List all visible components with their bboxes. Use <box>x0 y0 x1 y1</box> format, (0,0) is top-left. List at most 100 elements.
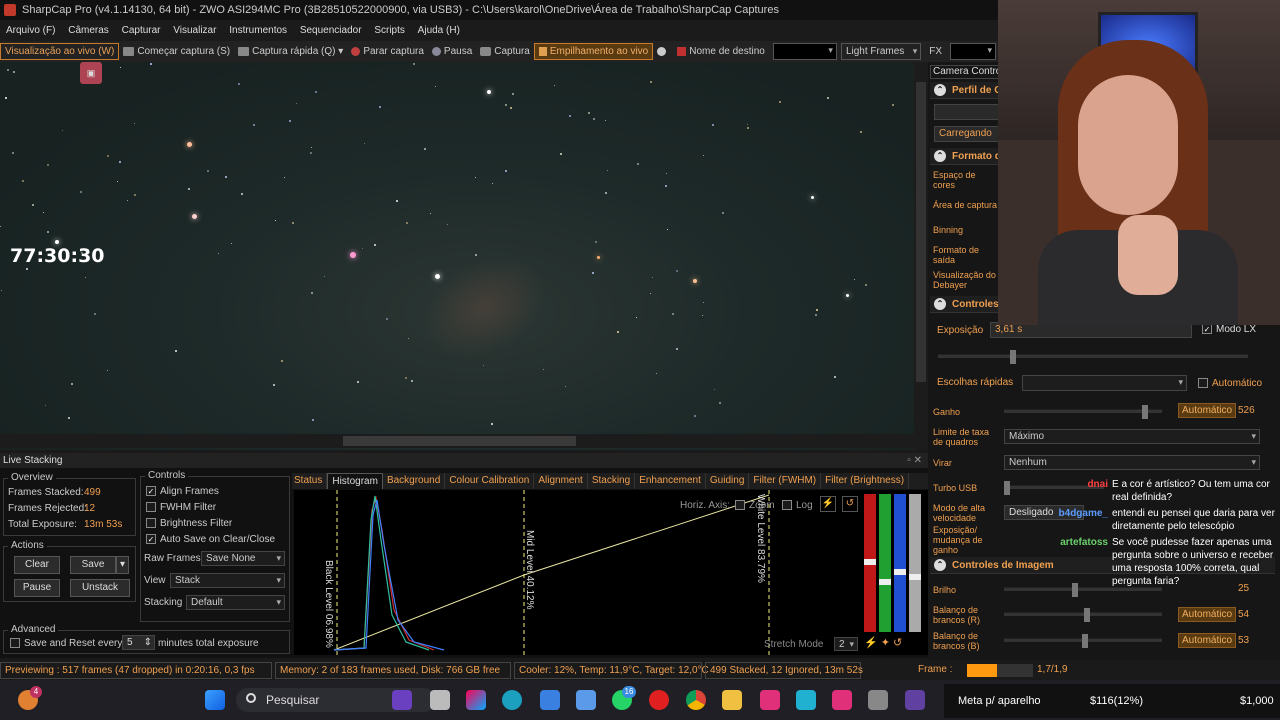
histogram-panel[interactable]: Black Level 06.98% Mid Level 40.12% Whit… <box>294 490 928 655</box>
slider-knob[interactable] <box>894 569 906 575</box>
store-icon[interactable] <box>540 690 560 710</box>
edge-icon[interactable] <box>502 690 522 710</box>
target-name-dropdown[interactable] <box>772 43 837 60</box>
zoom-marker-icon[interactable]: ▣ <box>80 62 102 84</box>
camera-preview[interactable]: ▣ 77:30:30 <box>0 62 928 450</box>
chrome-icon[interactable] <box>686 690 706 710</box>
opera-icon[interactable] <box>649 690 669 710</box>
save-dropdown-button[interactable]: ▾ <box>116 556 129 574</box>
tab-colour-calibration[interactable]: Colour Calibration <box>445 473 535 489</box>
wb-b-auto-button[interactable]: Automático <box>1178 633 1237 648</box>
brightness-filter-row[interactable]: Brightness Filter <box>146 518 232 529</box>
tab-alignment[interactable]: Alignment <box>534 473 588 489</box>
frame-type-dropdown[interactable]: Light Frames <box>840 43 922 60</box>
scrollbar-thumb[interactable] <box>916 82 926 382</box>
slider-knob[interactable] <box>1084 608 1090 622</box>
tab-filter-brightness[interactable]: Filter (Brightness) <box>821 473 910 489</box>
preview-vertical-scrollbar[interactable] <box>914 62 928 450</box>
unstack-button[interactable]: Unstack <box>70 579 130 597</box>
app-icon[interactable] <box>905 690 925 710</box>
flip-dropdown[interactable]: Nenhum <box>1004 455 1260 470</box>
collapse-icon[interactable]: ⌃ <box>934 298 946 310</box>
auto-save-row[interactable]: ✓ Auto Save on Clear/Close <box>146 534 275 545</box>
slider-knob[interactable] <box>1010 350 1016 364</box>
slider-knob[interactable] <box>1004 481 1010 495</box>
quick-capture-button[interactable]: Captura rápida (Q) ▾ <box>234 43 347 60</box>
copilot-icon[interactable] <box>466 690 486 710</box>
menu-sequencer[interactable]: Sequenciador <box>300 25 362 36</box>
close-icon[interactable]: ▫ ✕ <box>907 453 922 468</box>
raw-frames-dropdown[interactable]: Save None <box>201 551 285 566</box>
exposure-slider[interactable] <box>938 350 1248 364</box>
green-channel-slider[interactable] <box>879 494 891 632</box>
minutes-stepper[interactable]: 5 ⇕ <box>122 635 155 650</box>
log-toggle[interactable]: Log <box>782 500 813 511</box>
start-capture-button[interactable]: Começar captura (S) <box>119 43 234 60</box>
menu-tools[interactable]: Instrumentos <box>229 25 287 36</box>
app-icon[interactable] <box>832 690 852 710</box>
menu-help[interactable]: Ajuda (H) <box>418 25 460 36</box>
gain-slider[interactable] <box>1004 405 1162 419</box>
wb-r-auto-button[interactable]: Automático <box>1178 607 1237 622</box>
clear-button[interactable]: Clear <box>14 556 60 574</box>
clipchamp-icon[interactable] <box>392 690 412 710</box>
sharpcap-icon[interactable] <box>868 690 888 710</box>
fwhm-filter-row[interactable]: FWHM Filter <box>146 502 216 513</box>
automatic-checkbox[interactable] <box>1198 378 1208 389</box>
preview-horizontal-scrollbar[interactable] <box>0 434 928 448</box>
scrollbar-thumb[interactable] <box>343 436 576 446</box>
stop-capture-button[interactable]: Parar captura <box>347 43 428 60</box>
blue-channel-slider[interactable] <box>894 494 906 632</box>
red-channel-slider[interactable] <box>864 494 876 632</box>
stacking-dropdown[interactable]: Default <box>186 595 285 610</box>
menu-view[interactable]: Visualizar <box>173 25 216 36</box>
align-frames-row[interactable]: ✓ Align Frames <box>146 486 219 497</box>
live-stacking-button[interactable]: Empilhamento ao vivo <box>533 43 654 60</box>
menu-cameras[interactable]: Câmeras <box>68 25 109 36</box>
stretch-mode-dropdown[interactable]: 2 <box>834 637 858 651</box>
collapse-icon[interactable]: ⌃ <box>934 150 946 162</box>
save-button[interactable]: Save <box>70 556 116 574</box>
tab-background[interactable]: Background <box>383 473 446 489</box>
lx-mode-checkbox[interactable]: ✓ <box>1202 324 1212 335</box>
automatic-row[interactable]: Automático <box>1198 378 1262 389</box>
zoom-checkbox[interactable] <box>735 500 745 511</box>
tab-histogram[interactable]: Histogram <box>327 473 383 489</box>
tab-filter-fwhm[interactable]: Filter (FWHM) <box>749 473 822 489</box>
histogram-tool-icons[interactable]: ⚡ ✦ ↺ <box>864 636 924 649</box>
pause-button[interactable]: Pausa <box>428 43 476 60</box>
capture-button[interactable]: Captura <box>476 43 534 60</box>
menu-scripts[interactable]: Scripts <box>374 25 405 36</box>
slider-knob[interactable] <box>879 579 891 585</box>
profile-dropdown[interactable] <box>934 104 1004 120</box>
tab-enhancement[interactable]: Enhancement <box>635 473 706 489</box>
loading-button[interactable]: Carregando <box>934 126 1004 142</box>
tab-stacking[interactable]: Stacking <box>588 473 636 489</box>
tab-guiding[interactable]: Guiding <box>706 473 750 489</box>
wb-r-slider[interactable] <box>1004 608 1162 622</box>
lx-mode-row[interactable]: ✓ Modo LX <box>1202 324 1256 335</box>
app-icon[interactable] <box>576 690 596 710</box>
tab-status[interactable]: Status <box>292 473 328 489</box>
app-icon[interactable] <box>796 690 816 710</box>
auto-save-checkbox[interactable]: ✓ <box>146 534 156 545</box>
luminance-slider[interactable] <box>909 494 921 632</box>
fwhm-filter-checkbox[interactable] <box>146 502 156 513</box>
collapse-icon[interactable]: ⌃ <box>934 559 946 571</box>
wb-b-slider[interactable] <box>1004 634 1162 648</box>
slider-knob[interactable] <box>864 559 876 565</box>
collapse-icon[interactable]: ⌃ <box>934 84 946 96</box>
auto-stretch-icon[interactable]: ⚡ <box>820 496 836 512</box>
fx-dropdown[interactable] <box>950 43 996 60</box>
channel-sliders[interactable] <box>864 494 924 632</box>
menu-capture[interactable]: Capturar <box>122 25 161 36</box>
slider-knob[interactable] <box>1142 405 1148 419</box>
app-icon[interactable] <box>760 690 780 710</box>
save-reset-checkbox[interactable] <box>10 638 20 649</box>
start-button-icon[interactable] <box>205 690 225 710</box>
menu-file[interactable]: Arquivo (F) <box>6 25 55 36</box>
pause-stack-button[interactable]: Pause <box>14 579 60 597</box>
slider-knob[interactable] <box>909 574 921 580</box>
frame-limit-dropdown[interactable]: Máximo <box>1004 429 1260 444</box>
live-view-button[interactable]: Visualização ao vivo (W) <box>0 43 120 60</box>
